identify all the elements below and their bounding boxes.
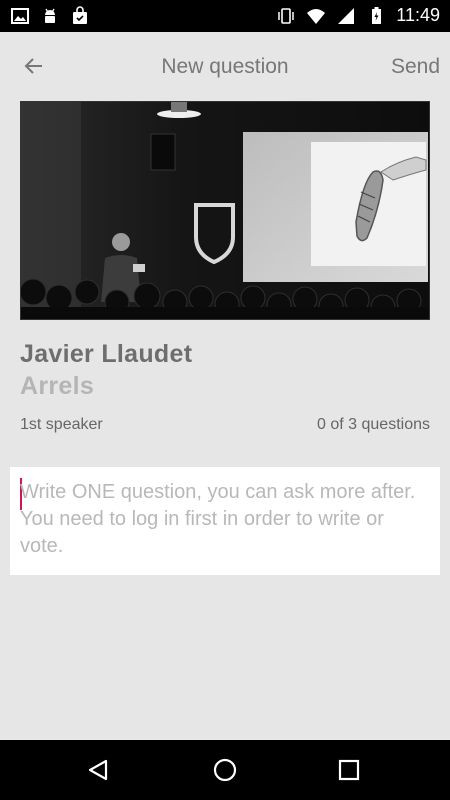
nav-bar bbox=[0, 740, 450, 800]
nav-recents-button[interactable] bbox=[332, 753, 366, 787]
recents-square-icon bbox=[338, 759, 360, 781]
vibrate-icon bbox=[278, 7, 295, 24]
question-input[interactable] bbox=[20, 479, 432, 569]
battery-icon bbox=[372, 6, 382, 24]
speaker-photo bbox=[20, 101, 430, 320]
status-time: 11:49 bbox=[396, 5, 440, 25]
talk-scene-image bbox=[21, 102, 429, 319]
speaker-position-label: 1st speaker bbox=[20, 416, 103, 433]
send-button[interactable]: Send bbox=[391, 55, 440, 79]
nav-home-button[interactable] bbox=[208, 753, 242, 787]
signal-icon bbox=[338, 7, 355, 24]
speaker-organization: Arrels bbox=[20, 372, 95, 400]
shopping-bag-icon bbox=[73, 6, 87, 24]
android-icon bbox=[45, 8, 55, 23]
status-left-icons bbox=[10, 6, 90, 26]
status-bar: 11:49 bbox=[0, 0, 450, 32]
status-right-icons: 11:49 bbox=[276, 5, 440, 26]
wifi-icon bbox=[307, 8, 326, 24]
speaker-name: Javier Llaudet bbox=[20, 340, 193, 368]
app-bar: New question Send bbox=[0, 32, 450, 100]
back-triangle-icon bbox=[88, 759, 108, 781]
page-title: New question bbox=[161, 55, 289, 78]
nav-back-button[interactable] bbox=[82, 753, 116, 787]
image-icon bbox=[11, 8, 29, 24]
speaker-meta-row: 1st speaker 0 of 3 questions bbox=[20, 416, 430, 434]
home-circle-icon bbox=[213, 758, 237, 782]
question-box bbox=[10, 467, 440, 575]
questions-count: 0 of 3 questions bbox=[317, 416, 430, 433]
